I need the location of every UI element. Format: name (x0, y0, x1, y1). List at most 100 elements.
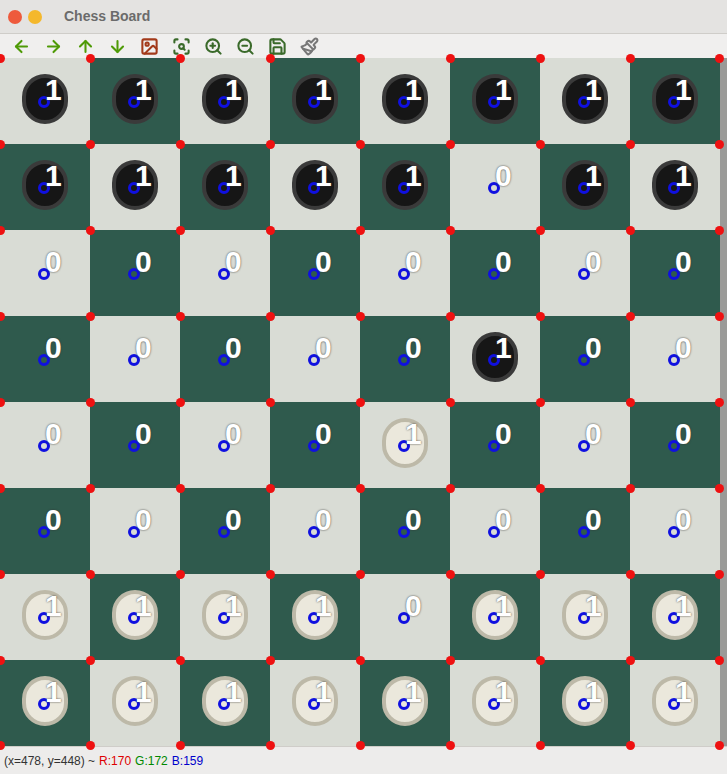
square-label: 1 (495, 674, 512, 710)
corner-dot (536, 484, 545, 493)
board-square: 1 (630, 144, 720, 230)
corner-dot (356, 484, 365, 493)
square-label: 0 (225, 416, 242, 452)
square-label: 1 (495, 330, 512, 366)
corner-dot (86, 312, 95, 321)
board-square: 0 (90, 316, 180, 402)
corner-dot (626, 226, 635, 235)
square-label: 0 (135, 502, 152, 538)
square-label: 0 (585, 244, 602, 280)
square-label: 1 (45, 588, 62, 624)
brush-icon[interactable] (300, 37, 319, 56)
image-icon[interactable] (140, 37, 159, 56)
board-square: 0 (540, 402, 630, 488)
corner-dot (446, 656, 455, 665)
cursor-position: (x=478, y=448) ~ (4, 752, 95, 770)
arrow-down-icon[interactable] (108, 37, 127, 56)
corner-dot (626, 54, 635, 63)
corner-dot (626, 656, 635, 665)
square-label: 0 (495, 416, 512, 452)
square-label: 0 (45, 244, 62, 280)
zoom-out-icon[interactable] (236, 37, 255, 56)
corner-dot (626, 312, 635, 321)
square-label: 0 (405, 244, 422, 280)
board-square: 0 (540, 488, 630, 574)
corner-dot (266, 398, 275, 407)
board-square: 1 (540, 58, 630, 144)
square-label: 1 (585, 674, 602, 710)
board-square: 1 (360, 660, 450, 746)
board-square: 1 (90, 660, 180, 746)
square-label: 0 (315, 330, 332, 366)
board-square: 0 (0, 316, 90, 402)
board-square: 0 (540, 316, 630, 402)
board-square: 1 (90, 574, 180, 660)
green-value: G:172 (135, 752, 168, 770)
square-label: 0 (405, 502, 422, 538)
zoom-in-icon[interactable] (204, 37, 223, 56)
corner-dot (0, 54, 5, 63)
square-label: 1 (495, 588, 512, 624)
corner-dot (536, 741, 545, 750)
chess-board: 1111111111111011000000000000010000001000… (0, 58, 720, 746)
corner-dot (0, 140, 5, 149)
square-label: 1 (585, 72, 602, 108)
square-label: 1 (675, 674, 692, 710)
square-label: 1 (225, 588, 242, 624)
corner-dot (86, 656, 95, 665)
close-button[interactable] (8, 10, 22, 24)
square-label: 0 (495, 502, 512, 538)
board-square: 0 (540, 230, 630, 316)
square-label: 0 (225, 330, 242, 366)
square-label: 1 (225, 158, 242, 194)
board-square: 0 (90, 402, 180, 488)
square-label: 0 (495, 158, 512, 194)
corner-dot (536, 226, 545, 235)
blue-value: B:159 (172, 752, 203, 770)
arrow-right-icon[interactable] (44, 37, 63, 56)
corner-dot (86, 741, 95, 750)
save-icon[interactable] (268, 37, 287, 56)
corner-dot (176, 570, 185, 579)
board-square: 1 (0, 574, 90, 660)
corner-dot (446, 140, 455, 149)
square-label: 1 (135, 588, 152, 624)
corner-dot (536, 656, 545, 665)
corner-dot (626, 570, 635, 579)
minimize-button[interactable] (28, 10, 42, 24)
board-square: 1 (270, 58, 360, 144)
corner-dot (626, 398, 635, 407)
board-square: 1 (270, 144, 360, 230)
square-label: 1 (675, 158, 692, 194)
corner-dot (356, 54, 365, 63)
board-square: 1 (180, 58, 270, 144)
zoom-fit-icon[interactable] (172, 37, 191, 56)
corner-dot (446, 54, 455, 63)
square-label: 0 (45, 330, 62, 366)
corner-dot (86, 570, 95, 579)
square-label: 1 (225, 72, 242, 108)
square-label: 0 (675, 244, 692, 280)
corner-dot (356, 140, 365, 149)
corner-dot (266, 54, 275, 63)
arrow-up-icon[interactable] (76, 37, 95, 56)
corner-dot (536, 570, 545, 579)
corner-dot (176, 656, 185, 665)
corner-dot (266, 570, 275, 579)
arrow-left-icon[interactable] (12, 37, 31, 56)
square-label: 1 (45, 72, 62, 108)
board-square: 0 (180, 402, 270, 488)
board-square: 1 (540, 574, 630, 660)
board-square: 0 (0, 230, 90, 316)
square-label: 0 (45, 416, 62, 452)
board-square: 0 (630, 402, 720, 488)
title-bar: Chess Board (0, 0, 727, 34)
corner-dot (536, 312, 545, 321)
corner-dot (0, 656, 5, 665)
square-label: 1 (675, 588, 692, 624)
square-label: 0 (315, 416, 332, 452)
corner-dot (176, 312, 185, 321)
square-label: 0 (675, 330, 692, 366)
board-square: 1 (450, 660, 540, 746)
square-label: 0 (225, 244, 242, 280)
